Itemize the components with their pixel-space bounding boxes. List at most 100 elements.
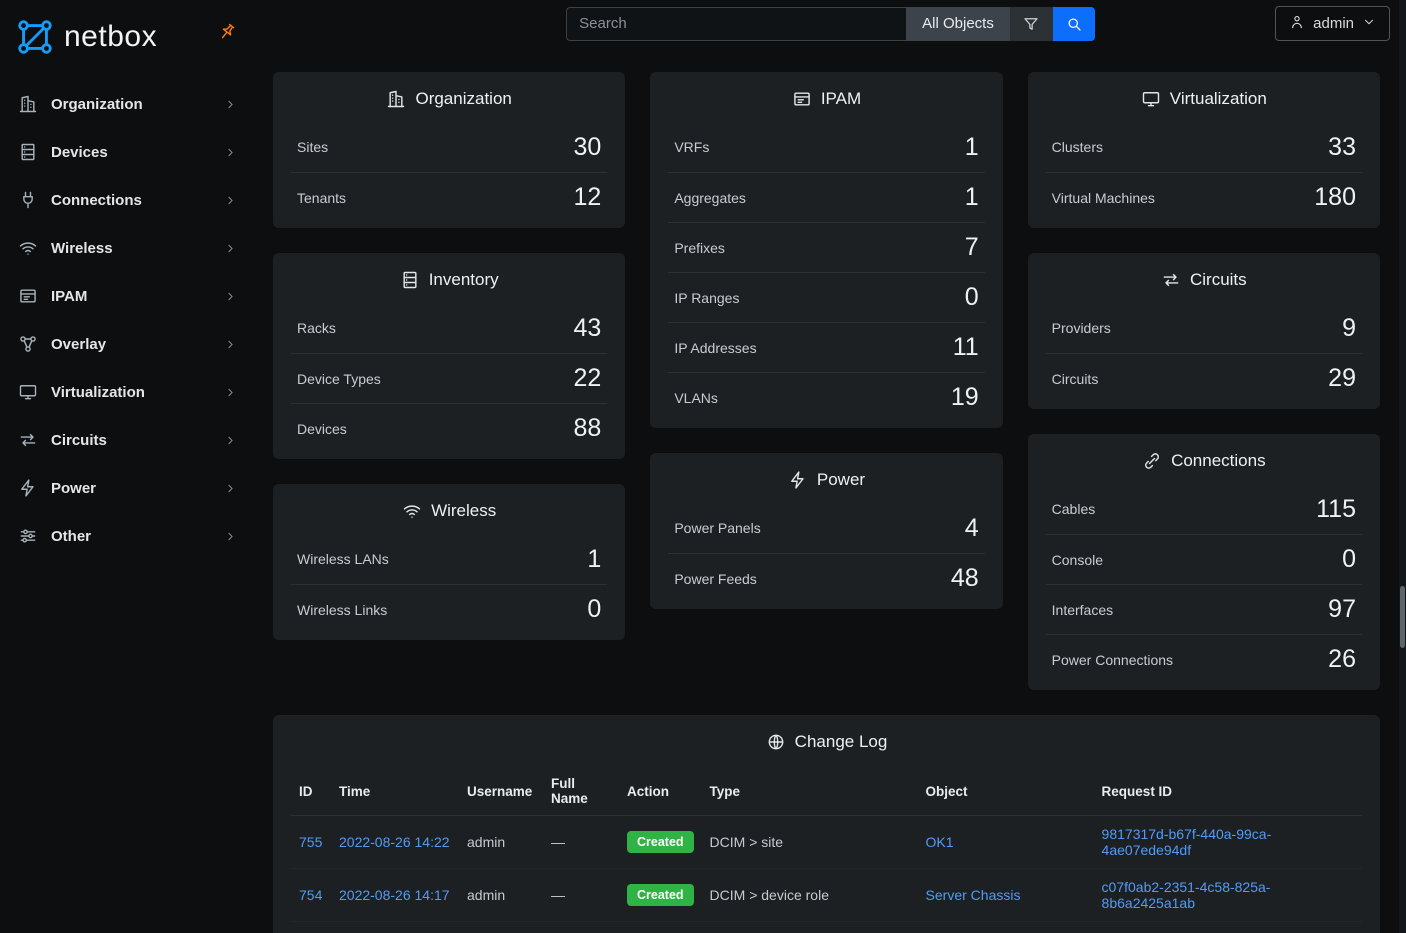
sidebar-item-virtualization[interactable]: Virtualization — [8, 368, 247, 416]
stat-label[interactable]: VRFs — [674, 139, 709, 155]
stat-value[interactable]: 88 — [574, 414, 602, 443]
sidebar-item-power[interactable]: Power — [8, 464, 247, 512]
stat-label[interactable]: Circuits — [1052, 371, 1099, 387]
stat-value[interactable]: 0 — [587, 595, 601, 624]
changelog-time-link[interactable]: 2022-08-26 14:17 — [339, 887, 450, 903]
stat-row: Power Feeds 48 — [668, 553, 984, 603]
sidebar-item-label: Circuits — [51, 432, 107, 449]
stat-label[interactable]: Console — [1052, 552, 1103, 568]
sidebar-item-ipam[interactable]: IPAM — [8, 272, 247, 320]
stat-row: Power Connections 26 — [1046, 634, 1362, 684]
stat-label[interactable]: VLANs — [674, 390, 718, 406]
column-header-request-id: Request ID — [1094, 767, 1362, 816]
rack-icon — [400, 270, 420, 290]
stat-value[interactable]: 1 — [965, 133, 979, 162]
sidebar-item-circuits[interactable]: Circuits — [8, 416, 247, 464]
stat-label[interactable]: Racks — [297, 320, 336, 336]
changelog-object-link[interactable]: OK1 — [926, 834, 954, 850]
stat-label[interactable]: Devices — [297, 421, 347, 437]
stat-value[interactable]: 11 — [953, 333, 979, 362]
stat-value[interactable]: 48 — [951, 564, 979, 593]
stat-value[interactable]: 30 — [574, 133, 602, 162]
column-header-id: ID — [291, 767, 331, 816]
stat-value[interactable]: 22 — [574, 364, 602, 393]
stat-label[interactable]: Providers — [1052, 320, 1111, 336]
stat-label[interactable]: IP Ranges — [674, 290, 739, 306]
stat-label[interactable]: Power Connections — [1052, 652, 1173, 668]
stat-value[interactable]: 115 — [1316, 495, 1356, 524]
stat-label[interactable]: Aggregates — [674, 190, 746, 206]
stat-label[interactable]: IP Addresses — [674, 340, 756, 356]
stat-label[interactable]: Cables — [1052, 501, 1096, 517]
table-row: 755 2022-08-26 14:22 admin — Created DCI… — [291, 816, 1362, 869]
stat-label[interactable]: Power Panels — [674, 520, 760, 536]
stat-value[interactable]: 12 — [574, 183, 602, 212]
stat-value[interactable]: 19 — [951, 383, 979, 412]
transfer-icon — [1161, 270, 1181, 290]
changelog-time-link[interactable]: 2022-08-26 14:22 — [339, 834, 450, 850]
stat-label[interactable]: Virtual Machines — [1052, 190, 1155, 206]
stat-label[interactable]: Interfaces — [1052, 602, 1113, 618]
changelog-request-id-link[interactable]: c07f0ab2-2351-4c58-825a-8b6a2425a1ab — [1102, 879, 1271, 911]
card-organization: Organization Sites 30 Tenants 12 — [273, 72, 625, 228]
stat-value[interactable]: 7 — [965, 233, 979, 262]
stat-label[interactable]: Sites — [297, 139, 328, 155]
stat-row: Prefixes 7 — [668, 222, 984, 272]
stat-value[interactable]: 9 — [1342, 314, 1356, 343]
sidebar-item-wireless[interactable]: Wireless — [8, 224, 247, 272]
changelog-full-name: — — [543, 922, 619, 933]
column-header-full-name: Full Name — [543, 767, 619, 816]
search-submit-button[interactable] — [1053, 7, 1095, 41]
stat-value[interactable]: 1 — [965, 183, 979, 212]
stat-label[interactable]: Tenants — [297, 190, 346, 206]
changelog-id-link[interactable]: 754 — [299, 887, 322, 903]
card-power: Power Power Panels 4 Power Feeds 48 — [650, 453, 1002, 609]
stat-value[interactable]: 4 — [965, 514, 979, 543]
search-scope-button[interactable]: All Objects — [906, 7, 1010, 41]
changelog-object-link[interactable]: Server Chassis — [926, 887, 1021, 903]
column-header-time: Time — [331, 767, 459, 816]
filter-button[interactable] — [1010, 7, 1053, 41]
stat-label[interactable]: Wireless Links — [297, 602, 387, 618]
stat-value[interactable]: 33 — [1328, 133, 1356, 162]
card-header: Virtualization — [1046, 72, 1362, 122]
stat-value[interactable]: 43 — [574, 314, 602, 343]
search-input[interactable] — [566, 7, 906, 41]
stat-value[interactable]: 97 — [1328, 595, 1356, 624]
scrollbar-thumb[interactable] — [1400, 586, 1405, 648]
changelog-id-link[interactable]: 755 — [299, 834, 322, 850]
stat-row: VRFs 1 — [668, 122, 984, 172]
stat-label[interactable]: Clusters — [1052, 139, 1103, 155]
main-area: All Objects admin Organization Sites — [255, 0, 1406, 933]
stat-label[interactable]: Power Feeds — [674, 571, 756, 587]
stat-value[interactable]: 180 — [1314, 183, 1356, 212]
user-menu-button[interactable]: admin — [1275, 6, 1390, 41]
sidebar-item-devices[interactable]: Devices — [8, 128, 247, 176]
rack-icon — [18, 142, 38, 162]
sidebar-item-other[interactable]: Other — [8, 512, 247, 560]
stat-value[interactable]: 0 — [1342, 545, 1356, 574]
wifi-icon — [402, 501, 422, 521]
stat-value[interactable]: 1 — [587, 545, 601, 574]
sidebar-item-organization[interactable]: Organization — [8, 80, 247, 128]
brand-name[interactable]: netbox — [64, 20, 157, 54]
stat-value[interactable]: 26 — [1328, 645, 1356, 674]
card-virtualization: Virtualization Clusters 33 Virtual Machi… — [1028, 72, 1380, 228]
stat-label[interactable]: Prefixes — [674, 240, 725, 256]
stat-value[interactable]: 0 — [965, 283, 979, 312]
pin-sidebar-icon[interactable] — [213, 18, 241, 46]
sidebar-menu: Organization Devices Connections Wireles… — [0, 68, 255, 572]
stat-row: Console 0 — [1046, 534, 1362, 584]
changelog-request-id-link[interactable]: 9817317d-b67f-440a-99ca-4ae07ede94df — [1102, 826, 1272, 858]
stat-row: Devices 88 — [291, 403, 607, 453]
netbox-logo-icon[interactable] — [14, 16, 56, 58]
card-title: Inventory — [429, 270, 499, 290]
cable-icon — [1142, 451, 1162, 471]
sidebar-item-overlay[interactable]: Overlay — [8, 320, 247, 368]
sidebar-item-label: Virtualization — [51, 384, 145, 401]
sidebar-item-connections[interactable]: Connections — [8, 176, 247, 224]
stat-label[interactable]: Device Types — [297, 371, 381, 387]
stat-value[interactable]: 29 — [1328, 364, 1356, 393]
transfer-icon — [18, 430, 38, 450]
stat-label[interactable]: Wireless LANs — [297, 551, 389, 567]
